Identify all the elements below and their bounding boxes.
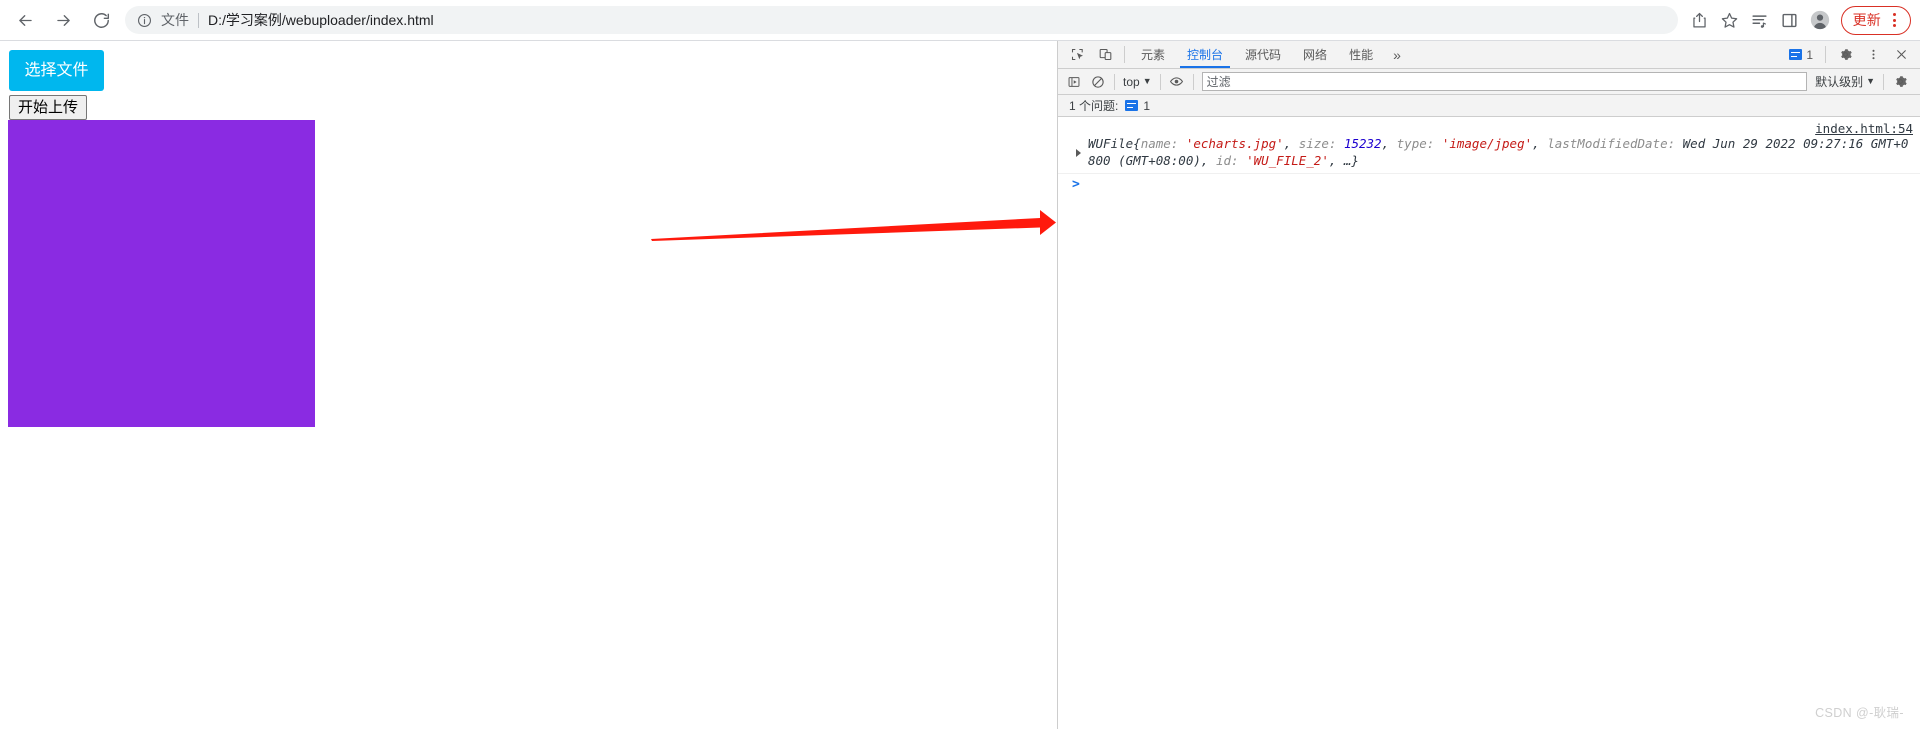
issue-message-icon [1125,100,1139,111]
prop-value-name: 'echarts.jpg' [1185,136,1284,151]
gear-icon[interactable] [1831,41,1859,68]
tab-label: 性能 [1349,48,1374,62]
issues-bar-text: 1 个问题: [1069,99,1119,113]
clear-console-icon[interactable] [1086,70,1110,94]
chevron-down-icon: ▼ [1142,76,1152,86]
console-sidebar-icon[interactable] [1062,70,1086,94]
console-source-link[interactable]: index.html:54 [1815,120,1913,137]
tab-network[interactable]: 网络 [1292,41,1338,68]
reload-button[interactable] [86,5,116,35]
tab-label: 源代码 [1245,48,1282,62]
prop-key-type: type: [1396,136,1435,151]
expand-object-triangle-icon[interactable] [1076,149,1081,157]
reading-list-icon[interactable] [1746,6,1774,34]
devtools-kebab-menu-icon[interactable] [1859,41,1887,68]
issues-counter-button[interactable]: 1 [1782,41,1820,68]
issue-message-icon [1789,49,1803,60]
console-output: index.html:54 WUFile{name: 'echarts.jpg'… [1058,118,1920,729]
back-arrow-icon [18,14,32,26]
more-tabs-button[interactable]: » [1384,41,1410,68]
star-icon[interactable] [1716,6,1744,34]
object-ellipsis: , …} [1328,153,1359,168]
console-message-body: WUFile{name: 'echarts.jpg', size: 15232,… [1088,136,1909,168]
page-viewport: 选择文件 开始上传 [0,41,1056,729]
prop-key-lastmodifieddate: lastModifiedDate: [1547,136,1676,151]
prop-key-size: size: [1298,136,1337,151]
issues-bar-count: 1 [1143,98,1151,113]
live-expression-eye-icon[interactable] [1165,70,1189,94]
log-level-dropdown[interactable]: 默认级别 ▼ [1811,73,1879,90]
toolbar-actions: 更新 [1686,5,1920,35]
log-level-label: 默认级别 [1815,75,1864,89]
tab-sources[interactable]: 源代码 [1234,41,1292,68]
tab-performance[interactable]: 性能 [1338,41,1384,68]
issues-count-label: 1 [1806,47,1813,62]
close-devtools-icon[interactable] [1887,41,1915,68]
address-bar[interactable]: 文件 D:/学习案例/webuploader/index.html [125,6,1678,34]
execution-context-dropdown[interactable]: top ▼ [1119,75,1156,89]
tab-elements[interactable]: 元素 [1130,41,1176,68]
console-prompt-caret: > [1072,177,1080,192]
tab-label: 控制台 [1187,48,1224,62]
back-button[interactable] [10,5,40,35]
console-prompt-row[interactable]: > [1058,174,1920,196]
device-toolbar-icon[interactable] [1091,41,1119,68]
console-toolbar-divider [1114,73,1115,90]
info-circle-icon[interactable] [135,11,153,29]
side-panel-icon[interactable] [1776,6,1804,34]
reload-icon [93,12,109,28]
console-toolbar: top ▼ 默认级别 ▼ [1058,69,1920,95]
forward-button[interactable] [48,5,78,35]
console-filter-input[interactable] [1201,72,1808,91]
prop-value-size: 15232 [1343,136,1382,151]
prop-key-id: id: [1215,153,1239,168]
chevron-down-icon: ▼ [1866,76,1875,86]
omnibox-divider [198,12,199,28]
select-file-button[interactable]: 选择文件 [9,50,104,91]
devtools-panel: 元素 控制台 源代码 网络 性能 » 1 top ▼ 过滤 默认级别 ▼ 1 个… [1057,41,1920,729]
profile-avatar-icon[interactable] [1806,6,1834,34]
issues-bar[interactable]: 1 个问题: 1 [1058,95,1920,117]
toolbar-divider-2 [1825,46,1826,63]
tab-label: 元素 [1141,48,1166,62]
uploaded-image-thumbnail [8,120,315,427]
prop-value-id: 'WU_FILE_2' [1246,153,1329,168]
execution-context-label: top [1123,74,1140,89]
console-settings-gear-icon[interactable] [1888,70,1912,94]
prop-key-name: name: [1140,136,1179,151]
console-toolbar-divider-2 [1159,73,1161,90]
update-label: 更新 [1852,12,1881,28]
toolbar-divider [1124,46,1125,63]
devtools-tab-bar: 元素 控制台 源代码 网络 性能 » 1 [1058,41,1920,69]
tab-console[interactable]: 控制台 [1176,41,1234,68]
browser-toolbar: 文件 D:/学习案例/webuploader/index.html 更新 [0,0,1920,41]
inspect-element-icon[interactable] [1063,41,1091,68]
console-prompt-input[interactable] [1080,177,1920,193]
object-class-name: WUFile [1088,136,1134,151]
update-button[interactable]: 更新 [1840,5,1911,35]
object-open-brace: { [1133,136,1141,151]
omnibox-url-text: D:/学习案例/webuploader/index.html [208,12,434,28]
console-toolbar-divider-3 [1192,73,1194,90]
tabbar-spacer [1410,41,1782,68]
tab-label: 网络 [1303,48,1328,62]
watermark-text: CSDN @-耿瑞- [1815,706,1904,720]
console-message[interactable]: index.html:54 WUFile{name: 'echarts.jpg'… [1058,118,1920,174]
omnibox-scheme-label: 文件 [161,12,189,28]
kebab-menu-icon[interactable] [1884,10,1904,30]
start-upload-button[interactable]: 开始上传 [9,95,88,120]
share-icon[interactable] [1686,6,1714,34]
console-toolbar-divider-4 [1883,73,1884,90]
prop-value-type: 'image/jpeg' [1441,136,1533,151]
forward-arrow-icon [56,14,70,26]
